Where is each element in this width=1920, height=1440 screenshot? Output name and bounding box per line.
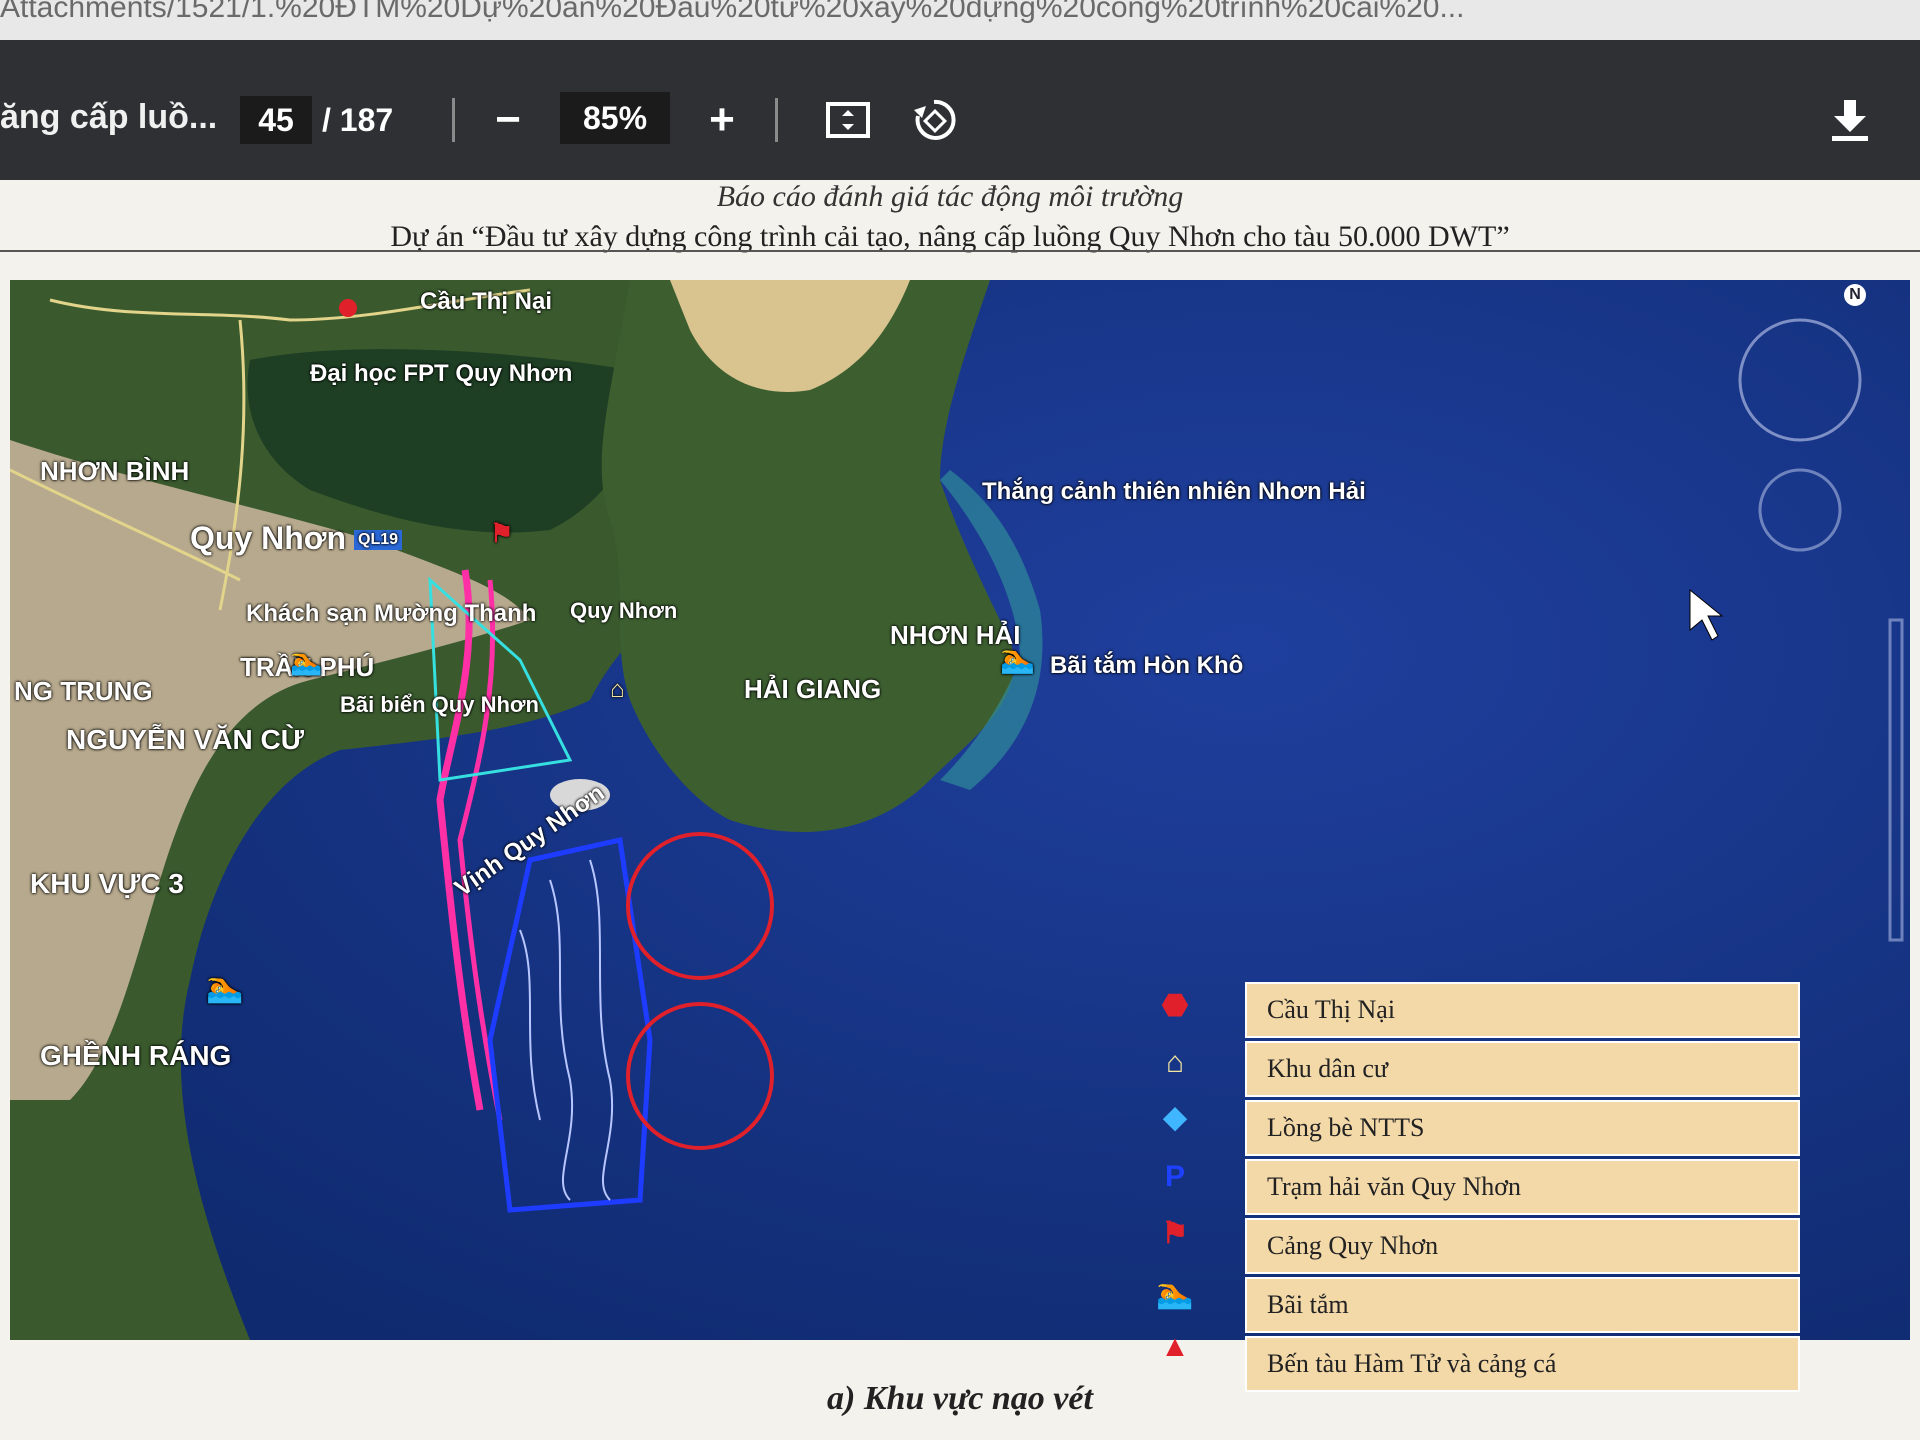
url-text: Attachments/1521/1.%20ĐTM%20Dự%20án%20Đầ…: [0, 0, 1465, 24]
report-header: Báo cáo đánh giá tác động môi trường: [716, 180, 1184, 213]
map-label-ngo-trung: NG TRUNG: [14, 676, 153, 706]
swimmer-icon: 🏊: [206, 971, 244, 1004]
legend-item: Cảng Quy Nhơn: [1245, 1218, 1800, 1274]
pdf-toolbar: ăng cấp luồ... 45 / 187 − 85% +: [0, 40, 1920, 180]
map-label-nhon-binh: NHƠN BÌNH: [40, 456, 190, 486]
swimmer-icon: 🏊: [1156, 1277, 1194, 1310]
map-label-hai-giang: HẢI GIANG: [744, 674, 882, 704]
triangle-icon: ▲: [1160, 1330, 1190, 1363]
map-label-khu-vuc-3: KHU VỰC 3: [30, 868, 184, 899]
zoom-out-button[interactable]: −: [478, 90, 538, 150]
map-label-bai-bien: Bãi biển Quy Nhơn: [340, 692, 539, 717]
map-label-cang: Quy Nhơn: [570, 598, 678, 623]
download-button[interactable]: [1820, 90, 1880, 150]
fit-page-icon: [826, 102, 870, 138]
map-label-quy-nhon: Quy Nhơn: [190, 520, 347, 556]
download-icon: [1832, 100, 1868, 141]
legend-item: Khu dân cư: [1245, 1041, 1800, 1097]
legend-item: Bãi tắm: [1245, 1277, 1800, 1333]
cau-thi-nai-marker: [339, 299, 357, 317]
zoom-in-button[interactable]: +: [692, 90, 752, 150]
house-icon: ⌂: [1165, 1046, 1185, 1079]
port-flag-icon: ⚑: [490, 518, 514, 548]
project-title: Dự án “Đầu tư xây dựng công trình cải tạ…: [390, 220, 1510, 253]
port-flag-icon: ⚑: [1161, 1217, 1189, 1250]
fit-page-button[interactable]: [818, 90, 878, 150]
document-title: ăng cấp luồ...: [0, 98, 218, 136]
legend-item: Lồng bè NTTS: [1245, 1100, 1800, 1156]
legend-item: Trạm hải văn Quy Nhơn: [1245, 1159, 1800, 1215]
map-label-cau-thi-nai: Cầu Thị Nại: [420, 288, 553, 315]
page-number-input[interactable]: 45: [240, 96, 312, 144]
road-shield: QL19: [354, 530, 403, 550]
swimmer-icon: 🏊: [1000, 643, 1035, 674]
rotate-icon: [914, 99, 956, 140]
map-legend: Cầu Thị Nại Khu dân cư Lồng bè NTTS Trạm…: [1245, 982, 1800, 1395]
legend-item: Cầu Thị Nại: [1245, 982, 1800, 1038]
station-p-icon: P: [1164, 1160, 1185, 1193]
pdf-page: Báo cáo đánh giá tác động môi trường Dự …: [0, 180, 1920, 1440]
map-label-thang-canh: Thắng cảnh thiên nhiên Nhơn Hải: [982, 478, 1366, 505]
header-rule: [0, 250, 1920, 252]
map-label-khach-san: Khách sạn Mường Thanh: [246, 600, 537, 627]
toolbar-divider: [452, 98, 455, 142]
browser-url-bar[interactable]: Attachments/1521/1.%20ĐTM%20Dự%20án%20Đầ…: [0, 0, 1920, 40]
map-label-bai-tam-hon-kho: Bãi tắm Hòn Khô: [1050, 652, 1244, 679]
zoom-level-input[interactable]: 85%: [560, 92, 670, 144]
bridge-marker-icon: ⬣: [1161, 989, 1189, 1022]
map-label-ghenh-rang: GHỀNH RÁNG: [40, 1040, 232, 1071]
map-label-fpt: Đại học FPT Quy Nhơn: [310, 360, 573, 387]
house-icon: ⌂: [610, 676, 625, 703]
fish-cage-icon: ◆: [1163, 1101, 1187, 1134]
toolbar-divider: [775, 98, 778, 142]
compass-north[interactable]: N: [1844, 284, 1866, 306]
page-total: / 187: [322, 102, 394, 138]
rotate-button[interactable]: [904, 90, 964, 150]
swimmer-icon: 🏊: [290, 646, 323, 676]
map-label-nguyen-van-cu: NGUYỄN VĂN CỪ: [66, 724, 304, 755]
figure-caption: a) Khu vực nạo vét: [827, 1380, 1093, 1417]
